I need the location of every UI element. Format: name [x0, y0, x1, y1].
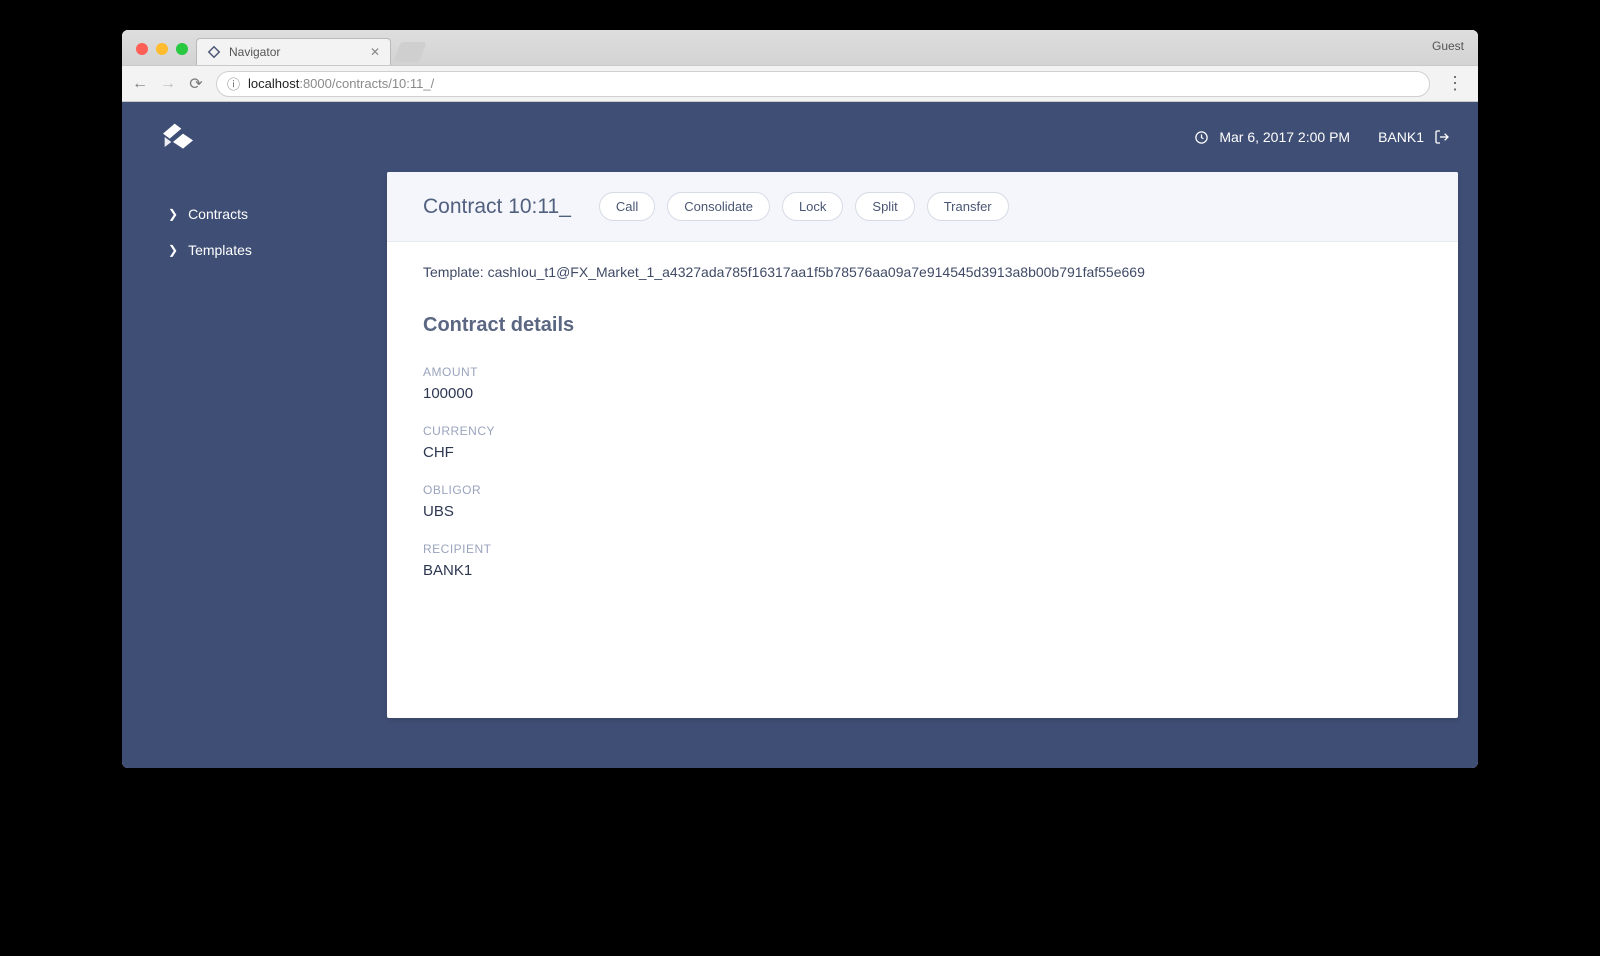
- details-heading: Contract details: [423, 314, 1422, 337]
- browser-tab[interactable]: Navigator ✕: [196, 38, 391, 65]
- template-prefix: Template:: [423, 264, 488, 280]
- browser-menu-icon[interactable]: ⋮: [1442, 73, 1468, 94]
- field-label: OBLIGOR: [423, 483, 1422, 497]
- field-value: CHF: [423, 444, 1422, 461]
- lock-button[interactable]: Lock: [782, 192, 843, 221]
- chevron-right-icon: ❯: [168, 207, 178, 221]
- browser-window: Navigator ✕ Guest ← → ⟳ ⓘ localhost:8000…: [122, 30, 1478, 768]
- field-recipient: RECIPIENT BANK1: [423, 542, 1422, 579]
- url-host: localhost:8000/contracts/10:11_/: [248, 76, 434, 91]
- browser-toolbar: ← → ⟳ ⓘ localhost:8000/contracts/10:11_/…: [122, 65, 1478, 102]
- split-button[interactable]: Split: [855, 192, 914, 221]
- browser-chrome: Navigator ✕ Guest ← → ⟳ ⓘ localhost:8000…: [122, 30, 1478, 102]
- panel-body: Template: cashIou_t1@FX_Market_1_a4327ad…: [387, 242, 1458, 641]
- logout-icon[interactable]: [1434, 129, 1450, 145]
- app-logo-icon[interactable]: [158, 116, 200, 158]
- clock-icon: [1194, 130, 1209, 145]
- template-line: Template: cashIou_t1@FX_Market_1_a4327ad…: [423, 264, 1422, 280]
- sidebar-item-label: Contracts: [188, 206, 248, 222]
- contract-title: Contract 10:11_: [423, 195, 571, 219]
- consolidate-button[interactable]: Consolidate: [667, 192, 770, 221]
- timestamp: Mar 6, 2017 2:00 PM: [1219, 129, 1350, 145]
- sidebar-item-label: Templates: [188, 242, 252, 258]
- app-root: Mar 6, 2017 2:00 PM BANK1 ❯ Contracts: [122, 102, 1478, 768]
- profile-label[interactable]: Guest: [1432, 39, 1464, 53]
- field-label: RECIPIENT: [423, 542, 1422, 556]
- field-currency: CURRENCY CHF: [423, 424, 1422, 461]
- field-label: CURRENCY: [423, 424, 1422, 438]
- field-value: UBS: [423, 503, 1422, 520]
- close-window-icon[interactable]: [136, 43, 148, 55]
- minimize-window-icon[interactable]: [156, 43, 168, 55]
- maximize-window-icon[interactable]: [176, 43, 188, 55]
- field-label: AMOUNT: [423, 365, 1422, 379]
- tab-favicon-icon: [207, 45, 221, 59]
- transfer-button[interactable]: Transfer: [927, 192, 1009, 221]
- main-panel: Contract 10:11_ Call Consolidate Lock Sp…: [387, 172, 1458, 718]
- field-obligor: OBLIGOR UBS: [423, 483, 1422, 520]
- call-button[interactable]: Call: [599, 192, 655, 221]
- action-bar: Call Consolidate Lock Split Transfer: [599, 192, 1009, 221]
- field-value: 100000: [423, 385, 1422, 402]
- close-tab-icon[interactable]: ✕: [370, 45, 380, 59]
- app-body: ❯ Contracts ❯ Templates Contract 10:11_ …: [122, 172, 1478, 768]
- clock-display: Mar 6, 2017 2:00 PM: [1194, 129, 1350, 145]
- user-name: BANK1: [1378, 129, 1424, 145]
- field-amount: AMOUNT 100000: [423, 365, 1422, 402]
- user-menu[interactable]: BANK1: [1378, 129, 1450, 145]
- tab-title: Navigator: [229, 45, 280, 59]
- reload-icon[interactable]: ⟳: [188, 74, 204, 94]
- window-controls: [130, 43, 196, 65]
- address-bar[interactable]: ⓘ localhost:8000/contracts/10:11_/: [216, 71, 1430, 97]
- forward-icon: →: [160, 75, 176, 93]
- template-id: cashIou_t1@FX_Market_1_a4327ada785f16317…: [488, 264, 1145, 280]
- app-topbar: Mar 6, 2017 2:00 PM BANK1: [122, 102, 1478, 172]
- site-info-icon[interactable]: ⓘ: [227, 74, 240, 93]
- field-value: BANK1: [423, 562, 1422, 579]
- new-tab-button[interactable]: [393, 42, 426, 62]
- back-icon[interactable]: ←: [132, 75, 148, 93]
- chevron-right-icon: ❯: [168, 243, 178, 257]
- sidebar-item-contracts[interactable]: ❯ Contracts: [122, 196, 387, 232]
- browser-tab-bar: Navigator ✕ Guest: [122, 30, 1478, 65]
- sidebar: ❯ Contracts ❯ Templates: [122, 172, 387, 768]
- sidebar-item-templates[interactable]: ❯ Templates: [122, 232, 387, 268]
- panel-header: Contract 10:11_ Call Consolidate Lock Sp…: [387, 172, 1458, 242]
